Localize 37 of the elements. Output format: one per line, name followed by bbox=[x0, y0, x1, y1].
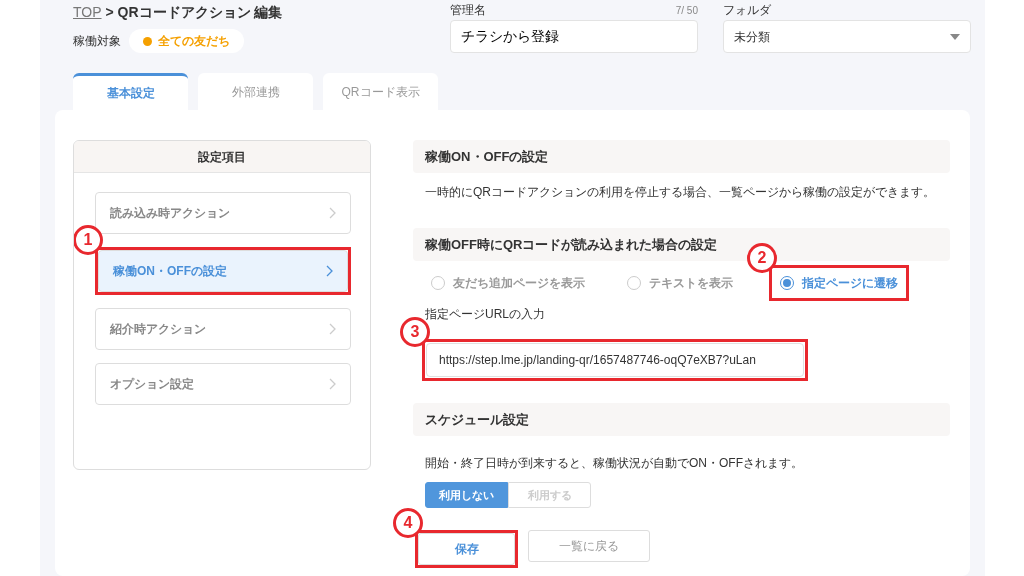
field-label: 管理名 bbox=[450, 2, 486, 19]
tab[interactable]: QRコード表示 bbox=[323, 73, 438, 110]
chevron-right-icon bbox=[329, 323, 336, 335]
chevron-right-icon bbox=[329, 207, 336, 219]
menu-item[interactable]: 稼働ON・OFFの設定 bbox=[98, 250, 348, 292]
section-description: 一時的にQRコードアクションの利用を停止する場合、一覧ページから稼働の設定ができます。 bbox=[424, 184, 936, 201]
menu-item[interactable]: オプション設定 bbox=[95, 363, 351, 405]
panel-header: 設定項目 bbox=[74, 141, 370, 173]
radio-option[interactable]: 指定ページに遷移 bbox=[772, 268, 906, 298]
url-input[interactable]: https://step.lme.jp/landing-qr/1657487746-oqQ7eXB7?uLan bbox=[426, 343, 804, 377]
chevron-right-icon bbox=[326, 265, 333, 277]
menu-item[interactable]: 読み込み時アクション bbox=[95, 192, 351, 234]
save-button[interactable]: 保存 bbox=[418, 533, 515, 565]
character-counter: 7/ 50 bbox=[675, 3, 698, 18]
breadcrumb-separator: > bbox=[105, 4, 114, 20]
section-description: 開始・終了日時が到来すると、稼働状況が自動でON・OFFされます。 bbox=[424, 455, 804, 472]
name-input[interactable]: チラシから登録 bbox=[450, 20, 698, 53]
status-dot-icon bbox=[143, 36, 152, 46]
page-title: QRコードアクション 編集 bbox=[117, 4, 283, 20]
chevron-right-icon bbox=[329, 378, 336, 390]
target-label: 稼働対象 bbox=[73, 33, 121, 50]
menu-item[interactable]: 紹介時アクション bbox=[95, 308, 351, 350]
callout-number: 1 bbox=[74, 225, 103, 255]
radio-option[interactable]: テキストを表示 bbox=[621, 268, 739, 298]
toggle-option[interactable]: 利用しない bbox=[425, 482, 508, 508]
radio-option[interactable]: 友だち追加ページを表示 bbox=[425, 268, 591, 298]
tab[interactable]: 基本設定 bbox=[73, 73, 188, 110]
breadcrumb-link[interactable]: TOP bbox=[73, 4, 102, 20]
callout-number: 4 bbox=[393, 508, 423, 538]
tab[interactable]: 外部連携 bbox=[198, 73, 313, 110]
field-label: フォルダ bbox=[723, 2, 771, 19]
target-badge: 全ての友だち bbox=[129, 29, 244, 53]
section-header: スケジュール設定 bbox=[413, 403, 950, 436]
folder-select[interactable]: 未分類 bbox=[723, 20, 971, 53]
dropdown-caret-icon bbox=[950, 33, 960, 40]
back-button[interactable]: 一覧に戻る bbox=[528, 530, 650, 562]
section-header: 稼働ON・OFFの設定 bbox=[413, 140, 950, 173]
